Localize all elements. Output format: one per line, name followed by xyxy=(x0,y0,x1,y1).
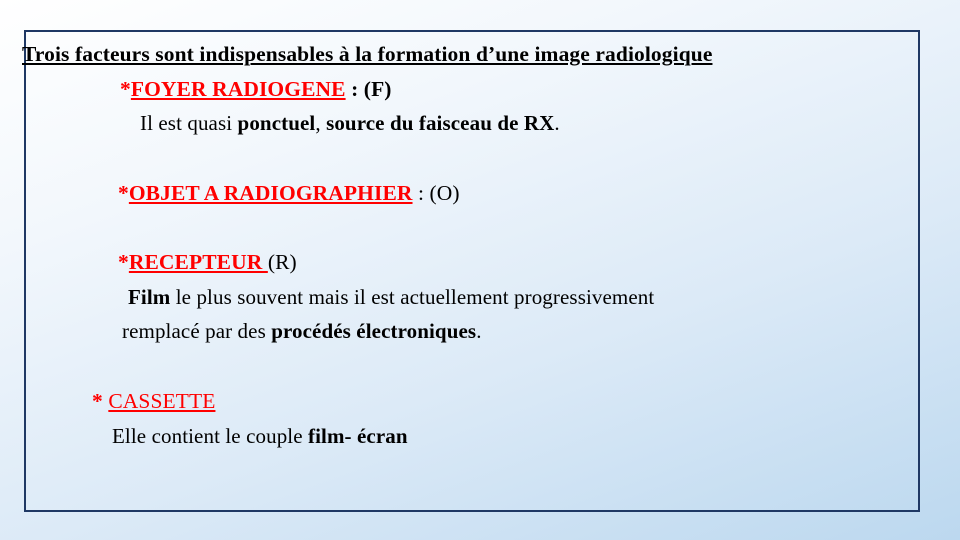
slide: Trois facteurs sont indispensables à la … xyxy=(0,0,960,540)
recepteur-description-line1: Film le plus souvent mais il est actuell… xyxy=(128,285,654,310)
bullet-cassette: * CASSETTE xyxy=(92,389,215,414)
film-line2-period: . xyxy=(476,319,482,343)
recepteur-label: RECEPTEUR xyxy=(128,250,268,274)
bullet-foyer: *FOYER RADIOGENE : (F) xyxy=(120,77,392,102)
foyer-desc-ponctuel: ponctuel xyxy=(237,111,316,135)
recepteur-suffix: (R) xyxy=(267,250,297,274)
objet-star: * xyxy=(118,181,129,205)
film-line2-part1: remplacé par des xyxy=(122,319,272,343)
cassette-desc-part1: Elle contient le couple xyxy=(112,424,308,448)
foyer-desc-period: . xyxy=(554,111,560,135)
objet-suffix: : (O) xyxy=(412,181,460,205)
bullet-objet: *OBJET A RADIOGRAPHIER : (O) xyxy=(118,181,460,206)
cassette-label: CASSETTE xyxy=(108,389,216,413)
foyer-desc-source: source du faisceau de RX xyxy=(326,111,555,135)
cassette-description: Elle contient le couple film- écran xyxy=(112,424,408,449)
foyer-star: * xyxy=(120,77,131,101)
foyer-desc-comma: , xyxy=(315,111,327,135)
recepteur-description-line2: remplacé par des procédés électroniques. xyxy=(122,319,482,344)
cassette-star: * xyxy=(92,389,109,413)
objet-label: OBJET A RADIOGRAPHIER xyxy=(128,181,413,205)
foyer-suffix: : (F) xyxy=(345,77,392,101)
bullet-recepteur: *RECEPTEUR (R) xyxy=(118,250,297,275)
film-word: Film xyxy=(128,285,171,309)
cassette-desc-film-ecran: film- écran xyxy=(308,424,408,448)
foyer-description: Il est quasi ponctuel, source du faiscea… xyxy=(140,111,560,136)
film-line1-rest: le plus souvent mais il est actuellement… xyxy=(170,285,655,309)
procedes-electroniques: procédés électroniques xyxy=(271,319,477,343)
slide-title: Trois facteurs sont indispensables à la … xyxy=(22,42,713,66)
recepteur-star: * xyxy=(118,250,129,274)
foyer-label: FOYER RADIOGENE xyxy=(130,77,346,101)
foyer-desc-part1: Il est quasi xyxy=(140,111,238,135)
